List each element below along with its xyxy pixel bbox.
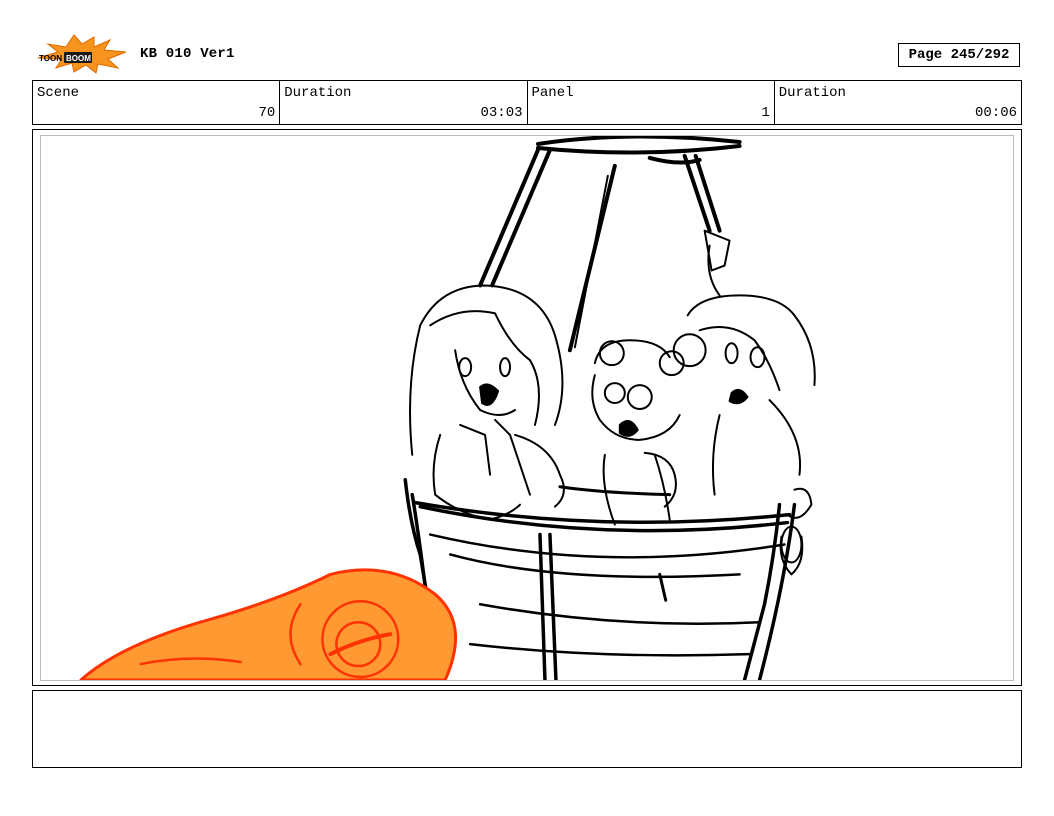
panel-label: Panel <box>531 85 574 101</box>
balloon-ring <box>535 136 742 165</box>
balloon-ropes <box>478 147 722 353</box>
scene-duration-cell: Duration 03:03 <box>280 81 528 124</box>
scene-value: 70 <box>258 105 276 121</box>
scene-cell: Scene 70 <box>33 81 281 124</box>
scene-info-bar: Scene 70 Duration 03:03 Panel 1 Duration… <box>32 80 1022 125</box>
basket <box>403 477 797 680</box>
toon-boom-logo: TOON BOOM <box>34 34 128 74</box>
orange-shape <box>79 568 457 680</box>
page-indicator: Page 245/292 <box>898 43 1020 67</box>
panel-notes-box <box>32 690 1022 768</box>
scene-label: Scene <box>37 85 80 101</box>
panel-value: 1 <box>761 105 770 121</box>
panel-cell: Panel 1 <box>528 81 775 124</box>
document-title: KB 010 Ver1 <box>140 46 235 62</box>
panel-duration-cell: Duration 00:06 <box>775 81 1021 124</box>
panel-duration-label: Duration <box>778 85 846 101</box>
scene-duration-label: Duration <box>284 85 352 101</box>
svg-text:TOON: TOON <box>39 54 62 63</box>
storyboard-panel-frame <box>32 129 1022 686</box>
svg-text:BOOM: BOOM <box>66 54 91 63</box>
storyboard-panel-image <box>40 135 1014 681</box>
scene-duration-value: 03:03 <box>480 105 523 121</box>
child-middle <box>591 339 685 526</box>
panel-duration-value: 00:06 <box>974 105 1017 121</box>
girl-left <box>409 284 565 521</box>
